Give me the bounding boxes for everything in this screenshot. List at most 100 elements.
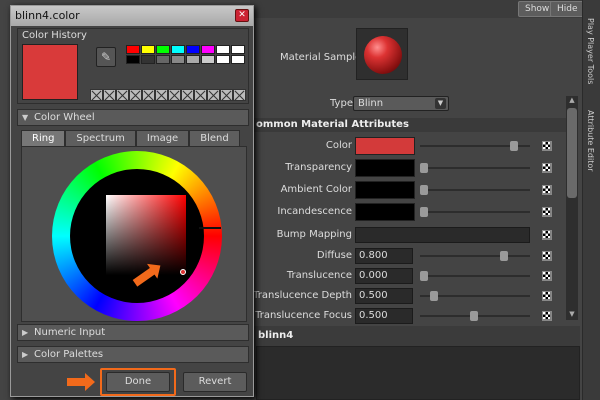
slider-handle[interactable] xyxy=(470,311,478,321)
tab-spectrum[interactable]: Spectrum xyxy=(65,130,136,146)
transparency-slider[interactable] xyxy=(420,163,530,173)
palette-swatch[interactable] xyxy=(186,45,200,54)
common-material-attributes-header[interactable]: ommon Material Attributes xyxy=(250,118,566,132)
palette-swatch[interactable] xyxy=(186,55,200,64)
diffuse-slider[interactable] xyxy=(420,251,530,261)
scroll-down-icon[interactable]: ▼ xyxy=(566,310,578,320)
history-slot[interactable] xyxy=(116,89,129,101)
slider-handle[interactable] xyxy=(430,291,438,301)
dialog-title-bar[interactable]: blinn4.color ✕ xyxy=(11,6,253,26)
hue-indicator[interactable] xyxy=(199,227,221,229)
side-tab-strip[interactable]: Play Player Tools Attribute Editor xyxy=(582,0,600,400)
attribute-editor-toolbar: Show Hide xyxy=(250,0,600,18)
history-slot[interactable] xyxy=(233,89,246,101)
ambient-color-swatch[interactable] xyxy=(355,181,415,199)
side-tab-label-attribute-editor[interactable]: Attribute Editor xyxy=(586,110,595,172)
slider-handle[interactable] xyxy=(420,207,428,217)
checker-map-icon[interactable] xyxy=(542,141,552,151)
palette-swatch[interactable] xyxy=(156,45,170,54)
translucence-focus-field[interactable]: 0.500 xyxy=(355,308,413,324)
checker-map-icon[interactable] xyxy=(542,207,552,217)
palette-swatch[interactable] xyxy=(141,45,155,54)
checker-map-icon[interactable] xyxy=(542,251,552,261)
checker-map-icon[interactable] xyxy=(542,291,552,301)
dialog-title: blinn4.color xyxy=(15,9,80,22)
history-slot[interactable] xyxy=(103,89,116,101)
palette-swatch[interactable] xyxy=(216,55,230,64)
attribute-scrollbar[interactable]: ▲ ▼ xyxy=(566,96,578,320)
slider-handle[interactable] xyxy=(420,271,428,281)
palette-swatch[interactable] xyxy=(126,55,140,64)
slider-handle[interactable] xyxy=(500,251,508,261)
translucence-depth-slider[interactable] xyxy=(420,291,530,301)
lower-panel-content xyxy=(256,346,580,400)
slider-handle[interactable] xyxy=(420,185,428,195)
palette-swatch[interactable] xyxy=(201,45,215,54)
attribute-row-transparency: Transparency xyxy=(250,159,566,177)
eyedropper-icon[interactable]: ✎ xyxy=(96,47,116,67)
palette-swatch[interactable] xyxy=(231,45,245,54)
history-slot[interactable] xyxy=(129,89,142,101)
checker-map-icon[interactable] xyxy=(542,230,552,240)
ambient-color-slider[interactable] xyxy=(420,185,530,195)
palette-swatch[interactable] xyxy=(216,45,230,54)
palette-swatch[interactable] xyxy=(201,55,215,64)
current-color-swatch[interactable] xyxy=(22,44,78,100)
type-dropdown[interactable]: Blinn ▼ xyxy=(353,96,449,111)
close-icon[interactable]: ✕ xyxy=(235,9,249,22)
color-swatch[interactable] xyxy=(355,137,415,155)
history-slot[interactable] xyxy=(168,89,181,101)
palette-swatch[interactable] xyxy=(156,55,170,64)
incandescence-swatch[interactable] xyxy=(355,203,415,221)
color-slider[interactable] xyxy=(420,141,530,151)
translucence-depth-field[interactable]: 0.500 xyxy=(355,288,413,304)
checker-map-icon[interactable] xyxy=(542,271,552,281)
tab-ring[interactable]: Ring xyxy=(21,130,66,146)
numeric-input-section-header[interactable]: ▶ Numeric Input xyxy=(17,324,249,341)
color-history-group: Color History ✎ xyxy=(17,28,249,104)
hide-button[interactable]: Hide xyxy=(550,1,585,17)
checker-map-icon[interactable] xyxy=(542,163,552,173)
attribute-row-diffuse: Diffuse 0.800 xyxy=(250,247,566,265)
checker-map-icon[interactable] xyxy=(542,185,552,195)
color-palette-grid xyxy=(126,45,245,64)
translucence-focus-slider[interactable] xyxy=(420,311,530,321)
palette-swatch[interactable] xyxy=(171,55,185,64)
color-history-title: Color History xyxy=(22,30,87,41)
translucence-slider[interactable] xyxy=(420,271,530,281)
color-palettes-section-header[interactable]: ▶ Color Palettes xyxy=(17,346,249,363)
checker-map-icon[interactable] xyxy=(542,311,552,321)
palette-swatch[interactable] xyxy=(231,55,245,64)
color-wheel-section-header[interactable]: ▼ Color Wheel xyxy=(17,109,249,126)
history-slot[interactable] xyxy=(181,89,194,101)
type-dropdown-value: Blinn xyxy=(358,98,384,109)
side-tab-label-top[interactable]: Play Player Tools xyxy=(586,18,595,84)
diffuse-field[interactable]: 0.800 xyxy=(355,248,413,264)
collapsed-triangle-icon: ▶ xyxy=(22,350,29,359)
tab-blend[interactable]: Blend xyxy=(189,130,240,146)
tab-image[interactable]: Image xyxy=(135,130,190,146)
palette-swatch[interactable] xyxy=(171,45,185,54)
history-slot[interactable] xyxy=(142,89,155,101)
transparency-swatch[interactable] xyxy=(355,159,415,177)
history-slot[interactable] xyxy=(90,89,103,101)
history-slot[interactable] xyxy=(155,89,168,101)
done-button[interactable]: Done xyxy=(106,372,170,392)
attribute-row-bump-mapping: Bump Mapping xyxy=(250,226,566,244)
scroll-thumb[interactable] xyxy=(567,108,577,198)
history-slot[interactable] xyxy=(220,89,233,101)
palette-swatch[interactable] xyxy=(141,55,155,64)
slider-handle[interactable] xyxy=(420,163,428,173)
incandescence-slider[interactable] xyxy=(420,207,530,217)
revert-button[interactable]: Revert xyxy=(183,372,247,392)
history-slot[interactable] xyxy=(207,89,220,101)
translucence-field[interactable]: 0.000 xyxy=(355,268,413,284)
slider-handle[interactable] xyxy=(510,141,518,151)
palette-swatch[interactable] xyxy=(126,45,140,54)
history-slot[interactable] xyxy=(194,89,207,101)
scroll-up-icon[interactable]: ▲ xyxy=(566,96,578,106)
attribute-label: Diffuse xyxy=(316,250,352,261)
color-picker-marker[interactable] xyxy=(180,269,186,275)
color-chooser-dialog: blinn4.color ✕ Color History ✎ ▼ Color W… xyxy=(10,5,254,397)
bump-mapping-field[interactable] xyxy=(355,227,530,243)
